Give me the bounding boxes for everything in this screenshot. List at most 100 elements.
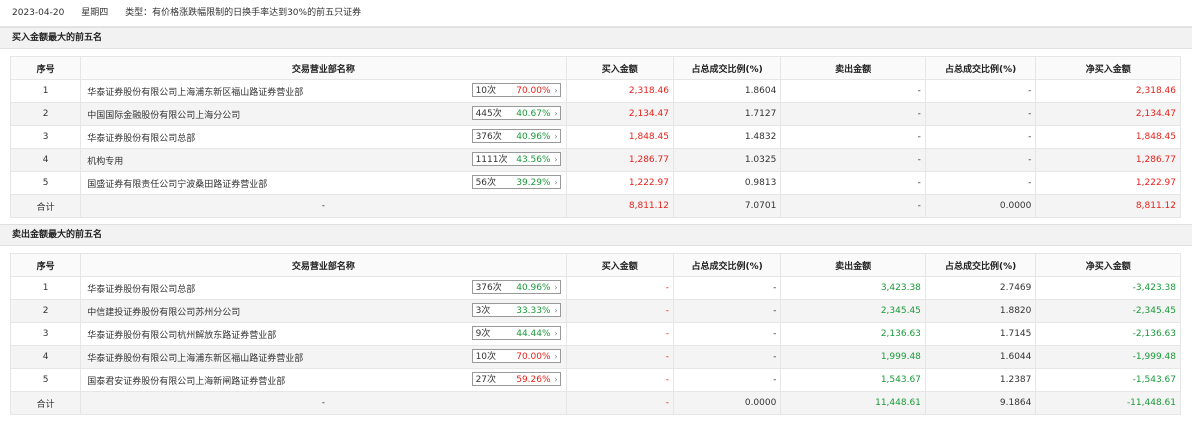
win-rate: 40.96%: [516, 132, 551, 142]
trade-date: 2023-04-20: [12, 8, 65, 18]
broker-name-link[interactable]: 中信建投证券股份有限公司苏州分公司: [87, 308, 240, 318]
buy-amount: 2,318.46: [565, 79, 674, 103]
sell-amount: -: [780, 148, 926, 172]
broker-name-link[interactable]: 华泰证券股份有限公司上海浦东新区福山路证券营业部: [87, 88, 303, 98]
win-rate: 43.56%: [516, 155, 551, 165]
total-row: 合计 -8,811.12 7.0701-0.0000 8,811.12: [9, 194, 1181, 218]
broker-cell: 华泰证券股份有限公司上海浦东新区福山路证券营业部 10次 70.00% ›: [80, 79, 567, 103]
listing-count: 376次: [475, 283, 502, 293]
col-header-index: 序号: [9, 253, 82, 277]
buy-section-title: 买入金额最大的前五名: [0, 27, 1192, 49]
buy-amount: -: [565, 345, 674, 369]
sell-top5-table: 序号 交易营业部名称 买入金额 占总成交比例(%) 卖出金额 占总成交比例(%)…: [9, 253, 1181, 415]
win-rate: 59.26%: [516, 375, 551, 385]
sell-section-title: 卖出金额最大的前五名: [0, 224, 1192, 246]
row-index: 4: [9, 148, 82, 172]
broker-name-link[interactable]: 中国国际金融股份有限公司上海分公司: [87, 111, 240, 121]
broker-stats-badge[interactable]: 376次 40.96% ›: [471, 129, 561, 143]
listing-count: 3次: [475, 306, 491, 316]
col-header-index: 序号: [9, 56, 82, 80]
listing-count: 10次: [475, 86, 497, 96]
buy-ratio: -: [672, 299, 782, 323]
chevron-right-icon: ›: [554, 329, 558, 338]
row-index: 3: [9, 125, 82, 149]
buy-amount: 1,286.77: [565, 148, 674, 172]
broker-name-link[interactable]: 华泰证券股份有限公司上海浦东新区福山路证券营业部: [87, 354, 303, 364]
listing-count: 1111次: [475, 155, 508, 165]
broker-stats-badge[interactable]: 445次 40.67% ›: [471, 106, 561, 120]
buy-ratio: 1.4832: [672, 125, 782, 149]
total-broker: -: [80, 194, 567, 218]
type-description: 类型：有价格涨跌幅限制的日换手率达到30%的前五只证券: [125, 8, 362, 18]
broker-cell: 华泰证券股份有限公司杭州解放东路证券营业部 9次 44.44% ›: [80, 322, 567, 346]
sell-ratio: 1.2387: [924, 368, 1037, 392]
table-header-row: 序号 交易营业部名称 买入金额 占总成交比例(%) 卖出金额 占总成交比例(%)…: [9, 56, 1181, 80]
col-header-sell-ratio: 占总成交比例(%): [924, 56, 1037, 80]
total-buy-amount: -: [565, 391, 674, 415]
net-buy-amount: -1,999.48: [1035, 345, 1181, 369]
broker-name-link[interactable]: 华泰证券股份有限公司总部: [87, 134, 195, 144]
buy-ratio: 0.9813: [672, 171, 782, 195]
broker-name-link[interactable]: 国盛证券有限责任公司宁波桑田路证券营业部: [87, 180, 267, 190]
broker-cell: 国泰君安证券股份有限公司上海新闸路证券营业部 27次 59.26% ›: [80, 368, 567, 392]
sell-amount: 1,999.48: [780, 345, 926, 369]
col-header-broker: 交易营业部名称: [80, 56, 567, 80]
broker-stats-badge[interactable]: 56次 39.29% ›: [471, 175, 561, 189]
listing-count: 445次: [475, 109, 502, 119]
net-buy-amount: -2,136.63: [1035, 322, 1181, 346]
net-buy-amount: 2,318.46: [1035, 79, 1181, 103]
chevron-right-icon: ›: [554, 306, 558, 315]
table-row: 1 华泰证券股份有限公司上海浦东新区福山路证券营业部 10次 70.00% › 2,318…: [9, 79, 1181, 103]
total-sell-amount: -: [780, 194, 926, 218]
broker-name-link[interactable]: 华泰证券股份有限公司总部: [87, 285, 195, 295]
buy-amount: 1,222.97: [565, 171, 674, 195]
col-header-sell-ratio: 占总成交比例(%): [924, 253, 1037, 277]
chevron-right-icon: ›: [554, 283, 558, 292]
listing-count: 56次: [475, 178, 497, 188]
sell-ratio: 1.8820: [924, 299, 1037, 323]
chevron-right-icon: ›: [554, 352, 558, 361]
table-row: 2 中信建投证券股份有限公司苏州分公司 3次 33.33% › - -2,345.45 1.8…: [9, 299, 1181, 323]
broker-stats-badge[interactable]: 1111次 43.56% ›: [471, 152, 561, 166]
broker-stats-badge[interactable]: 27次 59.26% ›: [471, 372, 561, 386]
total-label: 合计: [9, 391, 82, 415]
buy-top5-table: 序号 交易营业部名称 买入金额 占总成交比例(%) 卖出金额 占总成交比例(%)…: [9, 56, 1181, 218]
chevron-right-icon: ›: [554, 132, 558, 141]
broker-name-link[interactable]: 机构专用: [87, 157, 123, 167]
buy-ratio: 1.0325: [672, 148, 782, 172]
buy-ratio: -: [672, 345, 782, 369]
buy-ratio: -: [672, 276, 782, 300]
buy-amount: -: [565, 368, 674, 392]
buy-amount: 1,848.45: [565, 125, 674, 149]
table-header-row: 序号 交易营业部名称 买入金额 占总成交比例(%) 卖出金额 占总成交比例(%)…: [9, 253, 1181, 277]
row-index: 5: [9, 171, 82, 195]
row-index: 1: [9, 276, 82, 300]
win-rate: 40.67%: [516, 109, 551, 119]
broker-stats-badge[interactable]: 9次 44.44% ›: [471, 326, 561, 340]
buy-ratio: -: [672, 322, 782, 346]
buy-ratio: 1.8604: [672, 79, 782, 103]
sell-amount: 2,136.63: [780, 322, 926, 346]
broker-stats-badge[interactable]: 10次 70.00% ›: [471, 83, 561, 97]
total-buy-ratio: 7.0701: [672, 194, 782, 218]
col-header-buy-amount: 买入金额: [565, 253, 674, 277]
broker-cell: 华泰证券股份有限公司总部 376次 40.96% ›: [80, 276, 567, 300]
net-buy-amount: 1,848.45: [1035, 125, 1181, 149]
broker-stats-badge[interactable]: 376次 40.96% ›: [471, 280, 561, 294]
buy-ratio: 1.7127: [672, 102, 782, 126]
win-rate: 70.00%: [516, 352, 551, 362]
sell-amount: 2,345.45: [780, 299, 926, 323]
total-net-buy: -11,448.61: [1035, 391, 1181, 415]
chevron-right-icon: ›: [554, 86, 558, 95]
broker-name-link[interactable]: 华泰证券股份有限公司杭州解放东路证券营业部: [87, 331, 276, 341]
sell-ratio: -: [924, 148, 1037, 172]
chevron-right-icon: ›: [554, 375, 558, 384]
broker-name-link[interactable]: 国泰君安证券股份有限公司上海新闸路证券营业部: [87, 377, 285, 387]
net-buy-amount: -2,345.45: [1035, 299, 1181, 323]
broker-stats-badge[interactable]: 10次 70.00% ›: [471, 349, 561, 363]
col-header-net-buy: 净买入金额: [1035, 56, 1181, 80]
broker-cell: 中信建投证券股份有限公司苏州分公司 3次 33.33% ›: [80, 299, 567, 323]
table-row: 3 华泰证券股份有限公司总部 376次 40.96% › 1,848.45 1.4832- -…: [9, 125, 1181, 149]
listing-count: 10次: [475, 352, 497, 362]
broker-stats-badge[interactable]: 3次 33.33% ›: [471, 303, 561, 317]
